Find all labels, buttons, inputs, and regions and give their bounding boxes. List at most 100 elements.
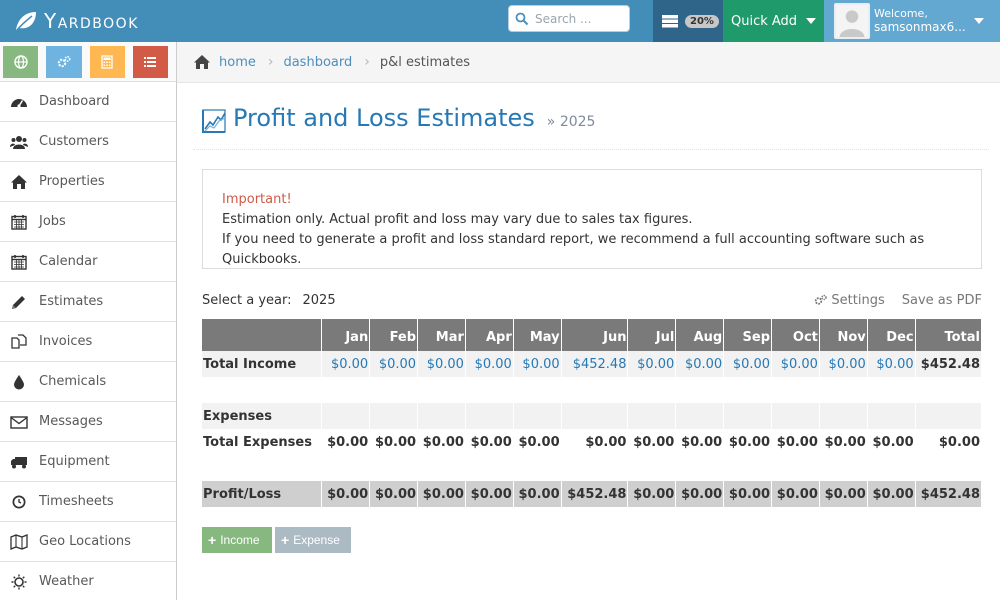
shortcut-settings-button[interactable]	[46, 45, 82, 78]
chevron-down-icon	[806, 18, 817, 24]
page-subtitle: » 2025	[546, 114, 596, 130]
important-notice: Important! Estimation only. Actual profi…	[202, 169, 982, 269]
row-label: Total Income	[202, 351, 323, 377]
year-label: Select a year:	[202, 292, 292, 308]
sidebar: Dashboard Customers Properties Jobs Cale…	[0, 42, 177, 600]
breadcrumb-home-link[interactable]: home	[219, 55, 256, 70]
server-usage-indicator[interactable]: 20%	[653, 0, 723, 42]
add-expense-button[interactable]: + Expense	[275, 527, 351, 553]
table-header-cell: Nov	[819, 319, 868, 351]
plus-icon: +	[208, 532, 217, 548]
leaf-icon	[16, 12, 36, 31]
table-header-cell: Feb	[369, 319, 419, 351]
income-cell-link[interactable]: $0.00	[465, 351, 514, 377]
table-spacer-row	[202, 455, 981, 481]
search-icon	[515, 12, 529, 25]
sidebar-item-messages[interactable]: Messages	[0, 402, 176, 442]
drop-icon	[14, 374, 24, 389]
expense-cell: $0.00	[465, 429, 514, 455]
expense-total-cell: $0.00	[915, 429, 981, 455]
income-cell-link[interactable]: $0.00	[867, 351, 916, 377]
sidebar-item-customers[interactable]: Customers	[0, 122, 176, 162]
expense-cell: $0.00	[627, 429, 677, 455]
sidebar-item-properties[interactable]: Properties	[0, 162, 176, 202]
save-as-pdf-link[interactable]: Save as PDF	[902, 293, 982, 308]
table-row-total-expenses: Total Expenses $0.00 $0.00 $0.00 $0.00 $…	[202, 429, 981, 455]
table-spacer-row	[202, 377, 981, 403]
settings-label: Settings	[831, 292, 885, 308]
line-chart-icon	[202, 109, 226, 133]
breadcrumb-separator-icon: ›	[267, 54, 274, 70]
search-input[interactable]	[535, 11, 623, 26]
sidebar-item-label: Jobs	[39, 214, 66, 229]
year-selector-row: Select a year: 2025 Settings Save as PDF	[202, 290, 982, 310]
income-cell-link[interactable]: $0.00	[513, 351, 562, 377]
sidebar-item-timesheets[interactable]: Timesheets	[0, 482, 176, 522]
sidebar-item-invoices[interactable]: Invoices	[0, 322, 176, 362]
sidebar-item-dashboard[interactable]: Dashboard	[0, 82, 176, 122]
usage-badge: 20%	[685, 14, 719, 28]
breadcrumb-separator-icon: ›	[364, 54, 370, 70]
sidebar-item-chemicals[interactable]: Chemicals	[0, 362, 176, 402]
sidebar-item-label: Geo Locations	[39, 534, 131, 549]
sidebar-item-weather[interactable]: Weather	[0, 562, 176, 600]
envelope-icon	[10, 415, 28, 429]
quick-add-button[interactable]: Quick Add	[723, 0, 824, 42]
breadcrumb-dashboard-link[interactable]: dashboard	[283, 55, 352, 70]
breadcrumb: home › dashboard › p&l estimates	[177, 42, 1000, 83]
year-select[interactable]: 2025	[303, 293, 336, 308]
row-label: Total Expenses	[202, 429, 323, 455]
table-header-cell: Oct	[771, 319, 820, 351]
clock-icon	[12, 495, 26, 508]
expense-cell: $0.00	[561, 429, 629, 455]
sidebar-item-geo-locations[interactable]: Geo Locations	[0, 522, 176, 562]
income-cell-link[interactable]: $0.00	[627, 351, 677, 377]
settings-link[interactable]: Settings	[814, 292, 885, 308]
server-icon	[662, 15, 678, 28]
users-icon	[10, 135, 28, 149]
chevron-down-icon	[973, 18, 984, 24]
profit-cell: $452.48	[561, 481, 629, 507]
brand-logo[interactable]: Yardbook	[14, 7, 139, 35]
income-cell-link[interactable]: $0.00	[321, 351, 371, 377]
income-cell-link[interactable]: $0.00	[771, 351, 820, 377]
income-cell-link[interactable]: $0.00	[417, 351, 466, 377]
search-box[interactable]	[508, 5, 630, 32]
income-cell-link[interactable]: $0.00	[369, 351, 419, 377]
add-income-button[interactable]: + Income	[202, 527, 272, 553]
calendar-grid-icon	[11, 214, 27, 230]
expense-cell: $0.00	[723, 429, 773, 455]
income-cell-link[interactable]: $0.00	[675, 351, 725, 377]
sidebar-item-calendar[interactable]: Calendar	[0, 242, 176, 282]
plus-icon: +	[281, 532, 290, 548]
row-label: Profit/Loss	[202, 481, 323, 507]
table-row-expenses-header: Expenses	[202, 403, 981, 429]
table-header-cell: Sep	[723, 319, 773, 351]
table-header-cell: May	[513, 319, 562, 351]
shortcut-calculator-button[interactable]	[89, 45, 125, 78]
brand-name: Yardbook	[44, 9, 139, 33]
sidebar-item-estimates[interactable]: Estimates	[0, 282, 176, 322]
expense-cell: $0.00	[513, 429, 562, 455]
notice-line: If you need to generate a profit and los…	[222, 232, 925, 267]
sidebar-item-label: Properties	[39, 174, 105, 189]
profit-cell: $0.00	[771, 481, 820, 507]
row-label: Expenses	[202, 403, 323, 429]
income-cell-link[interactable]: $452.48	[561, 351, 629, 377]
table-header-row: Jan Feb Mar Apr May Jun Jul Aug Sep Oct …	[202, 319, 981, 351]
page-header: Profit and Loss Estimates » 2025	[193, 98, 989, 150]
income-cell-link[interactable]: $0.00	[723, 351, 773, 377]
table-header-cell: Apr	[465, 319, 514, 351]
income-cell-link[interactable]: $0.00	[819, 351, 868, 377]
sidebar-item-label: Chemicals	[39, 374, 107, 389]
sidebar-item-equipment[interactable]: Equipment	[0, 442, 176, 482]
shortcut-globe-button[interactable]	[3, 45, 39, 78]
sidebar-item-label: Customers	[39, 134, 109, 149]
dashboard-icon	[11, 98, 27, 108]
sidebar-item-label: Dashboard	[39, 94, 110, 109]
pencil-icon	[12, 295, 25, 309]
shortcut-list-button[interactable]	[132, 45, 168, 78]
user-menu[interactable]: Welcome, samsonmax6...	[824, 0, 1000, 42]
sidebar-item-jobs[interactable]: Jobs	[0, 202, 176, 242]
welcome-label: Welcome,	[874, 7, 928, 20]
